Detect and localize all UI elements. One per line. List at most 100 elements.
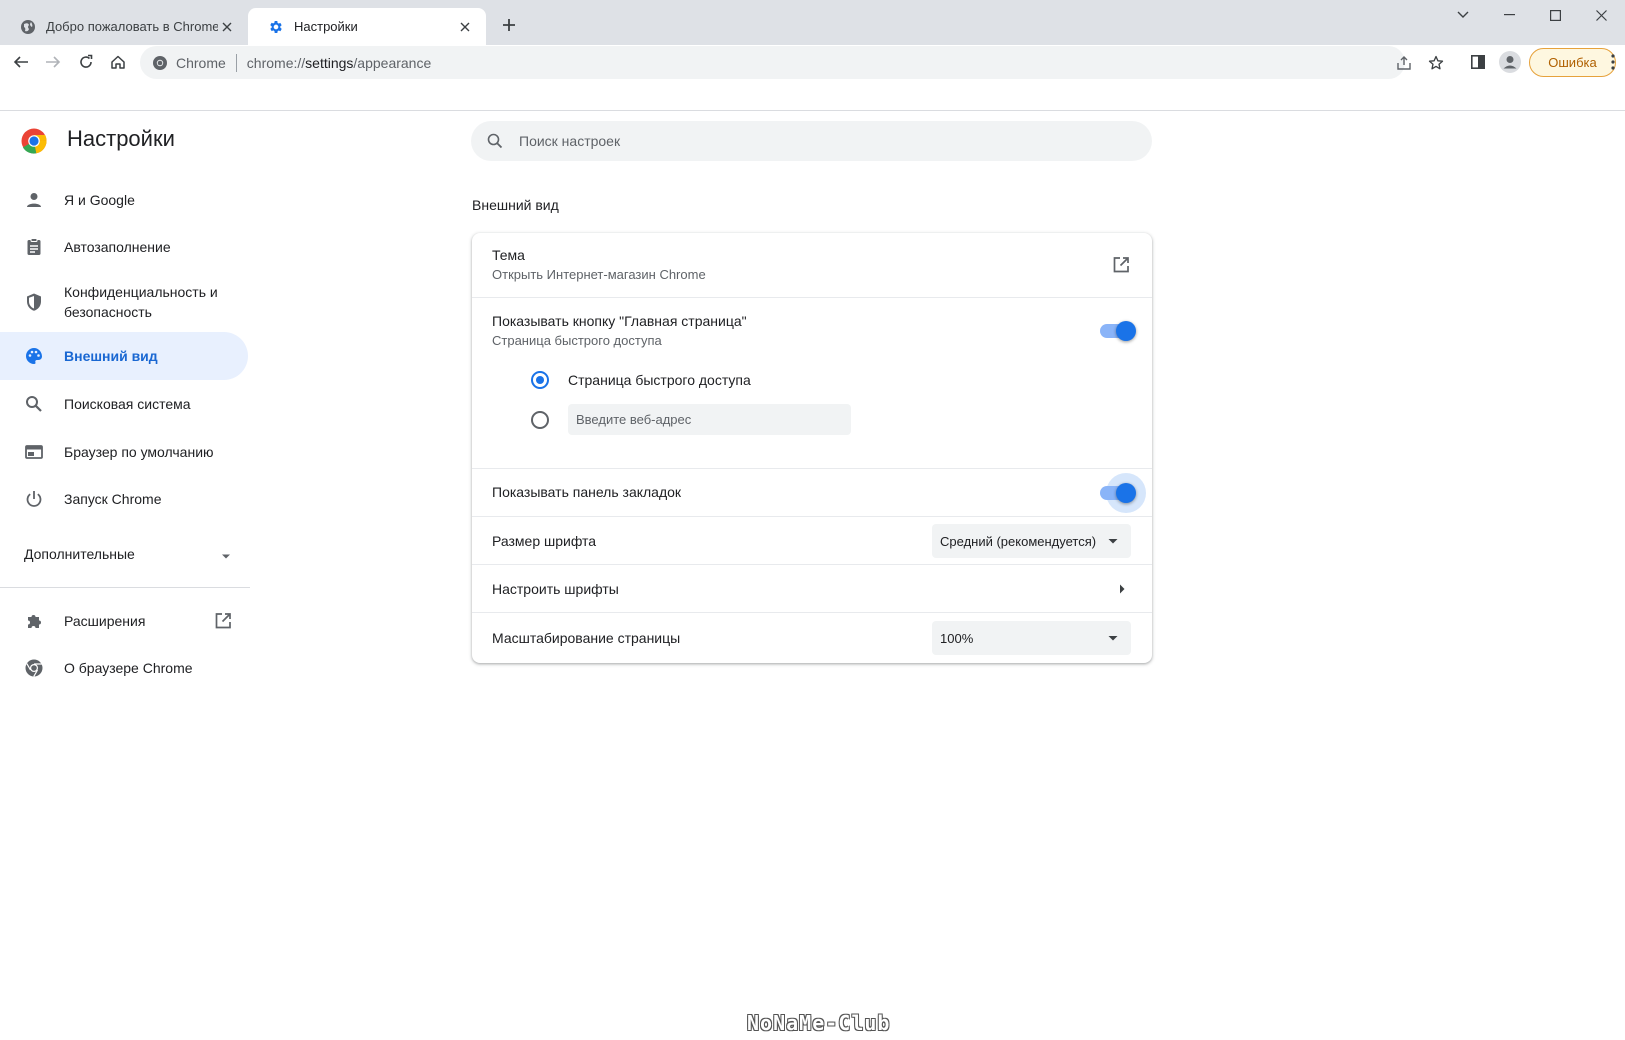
sidebar-item-search-engine[interactable]: Поисковая система	[0, 392, 248, 416]
bookmarks-bar-row[interactable]: Показывать панель закладок	[472, 468, 1152, 516]
tab-title: Настройки	[294, 19, 358, 34]
sidebar-item-on-startup[interactable]: Запуск Chrome	[0, 487, 248, 511]
sidebar-item-about-chrome[interactable]: О браузере Chrome	[0, 656, 248, 680]
home-button-toggle[interactable]	[1100, 321, 1136, 341]
home-button-subtitle: Страница быстрого доступа	[492, 333, 662, 348]
sidebar-item-label: Конфиденциальность и безопасность	[64, 284, 218, 320]
search-icon	[24, 394, 44, 414]
caret-down-icon	[1103, 628, 1123, 648]
theme-title: Тема	[492, 247, 525, 263]
caret-down-icon	[216, 546, 236, 566]
watermark: NoNaMe-Club	[747, 1011, 891, 1035]
star-icon	[1428, 55, 1444, 69]
sidebar-item-default-browser[interactable]: Браузер по умолчанию	[0, 440, 248, 464]
chevron-down-icon	[1457, 11, 1469, 18]
new-tab-button[interactable]	[496, 12, 522, 38]
page-zoom-value: 100%	[940, 630, 974, 646]
power-icon	[24, 489, 44, 509]
site-info-chip[interactable]: Chrome	[140, 46, 226, 79]
sidebar-item-extensions[interactable]: Расширения	[0, 609, 248, 633]
sidebar-item-label: Поисковая система	[64, 396, 191, 412]
chrome-globe-icon	[20, 19, 36, 35]
sidebar-item-label: Автозаполнение	[64, 239, 171, 255]
bookmarks-bar-title: Показывать панель закладок	[492, 484, 682, 500]
appearance-card: Тема Открыть Интернет-магазин Chrome Пок…	[472, 233, 1152, 663]
maximize-button[interactable]	[1532, 0, 1578, 30]
sidebar-item-label: Я и Google	[64, 192, 135, 208]
url-path: /appearance	[353, 54, 432, 71]
avatar-icon	[1499, 51, 1521, 73]
tab-search-button[interactable]	[1440, 0, 1486, 30]
profile-avatar[interactable]	[1495, 47, 1525, 77]
settings-search[interactable]	[471, 121, 1152, 161]
caret-down-icon	[1103, 531, 1123, 551]
address-bar[interactable]: Chrome chrome://settings/appearance	[140, 46, 1405, 79]
site-chip-label: Chrome	[176, 54, 226, 71]
minimize-button[interactable]	[1486, 0, 1532, 30]
font-size-title: Размер шрифта	[492, 533, 597, 549]
sidebar-item-autofill[interactable]: Автозаполнение	[0, 235, 248, 259]
menu-button[interactable]	[1602, 47, 1624, 77]
bookmarks-bar-toggle[interactable]	[1100, 473, 1146, 513]
tab-title: Добро пожаловать в Chrome!	[46, 19, 218, 34]
chrome-icon	[24, 658, 44, 678]
home-url-input[interactable]	[568, 404, 851, 435]
home-button-title: Показывать кнопку "Главная страница"	[492, 313, 747, 329]
tab-strip: Добро пожаловать в Chrome! Настройки	[0, 0, 1625, 45]
sidebar-item-label: О браузере Chrome	[64, 660, 193, 676]
close-icon[interactable]	[218, 18, 236, 36]
radio-ntp-label: Страница быстрого доступа	[568, 372, 751, 388]
sidebar-item-label: Запуск Chrome	[64, 491, 162, 507]
puzzle-icon	[24, 611, 44, 631]
font-size-select[interactable]: Средний (рекомендуется)	[932, 524, 1131, 558]
search-input[interactable]	[519, 133, 1119, 149]
open-in-new-icon[interactable]	[1111, 255, 1131, 275]
customize-fonts-title: Настроить шрифты	[492, 581, 619, 597]
arrow-right-icon	[46, 56, 61, 68]
more-vert-icon	[1611, 54, 1615, 70]
side-panel-button[interactable]	[1463, 47, 1493, 77]
advanced-label: Дополнительные	[24, 546, 135, 562]
search-icon	[487, 133, 503, 149]
reload-button[interactable]	[71, 47, 101, 77]
share-button[interactable]	[1389, 46, 1419, 79]
page-zoom-row: Масштабирование страницы 100%	[472, 612, 1152, 663]
page-title: Настройки	[67, 126, 175, 151]
sidebar-item-appearance[interactable]: Внешний вид	[0, 332, 248, 380]
sidebar-divider	[0, 587, 250, 588]
forward-button[interactable]	[38, 47, 68, 77]
sidebar-advanced-toggle[interactable]: Дополнительные	[24, 546, 236, 566]
back-button[interactable]	[6, 47, 36, 77]
font-size-value: Средний (рекомендуется)	[940, 533, 1097, 549]
toolbar: Chrome chrome://settings/appearance Ошиб…	[0, 45, 1625, 111]
home-button-row: Показывать кнопку "Главная страница" Стр…	[472, 297, 1152, 468]
page-zoom-select[interactable]: 100%	[932, 621, 1131, 655]
tab-settings[interactable]: Настройки	[248, 8, 486, 45]
customize-fonts-row[interactable]: Настроить шрифты	[472, 564, 1152, 612]
palette-icon	[24, 346, 44, 366]
theme-row[interactable]: Тема Открыть Интернет-магазин Chrome	[472, 233, 1152, 297]
theme-subtitle: Открыть Интернет-магазин Chrome	[492, 267, 706, 282]
bookmark-star-button[interactable]	[1421, 46, 1451, 79]
tab-welcome[interactable]: Добро пожаловать в Chrome!	[0, 8, 248, 45]
close-icon	[1595, 9, 1607, 21]
close-window-button[interactable]	[1578, 0, 1624, 30]
reload-icon	[80, 54, 93, 68]
radio-ntp[interactable]	[531, 371, 549, 389]
radio-custom-url[interactable]	[531, 411, 549, 429]
sidebar-item-you-and-google[interactable]: Я и Google	[0, 188, 248, 212]
person-icon	[24, 190, 44, 210]
home-button[interactable]	[103, 47, 133, 77]
side-panel-icon	[1471, 55, 1485, 69]
minimize-icon	[1503, 14, 1515, 16]
sidebar-item-label: Расширения	[64, 613, 146, 629]
omnibox-divider	[235, 53, 237, 72]
chrome-icon	[153, 55, 167, 70]
font-size-row: Размер шрифта Средний (рекомендуется)	[472, 516, 1152, 564]
browser-window-icon	[24, 442, 44, 462]
sidebar-item-privacy[interactable]: Конфиденциальность и безопасность	[0, 281, 248, 323]
clipboard-icon	[24, 237, 44, 257]
sidebar-item-label: Внешний вид	[64, 348, 158, 364]
close-icon[interactable]	[456, 18, 474, 36]
url-scheme: chrome://	[246, 54, 306, 71]
